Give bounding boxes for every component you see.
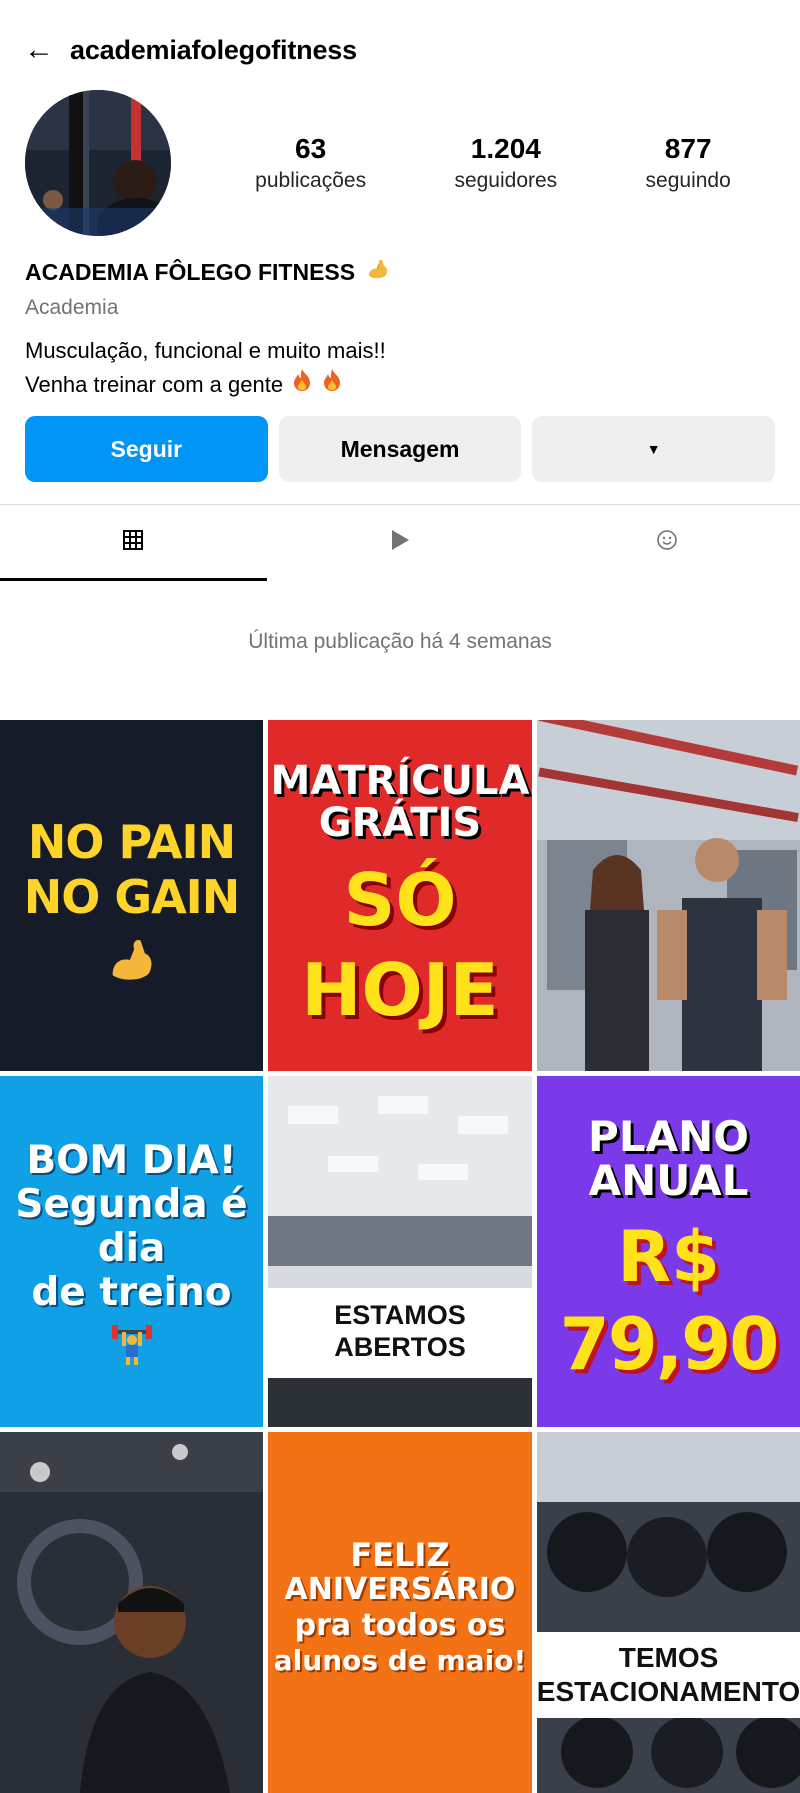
post-2-line-3: SÓ — [343, 858, 457, 942]
stat-following-label: seguindo — [645, 169, 731, 192]
profile-username: academiafolegofitness — [70, 34, 357, 65]
post-trainer-photo[interactable] — [0, 1432, 263, 1793]
post-temos-estacionamento[interactable]: TEMOS ESTACIONAMENTO — [537, 1432, 800, 1793]
profile-header: ← academiafolegofitness — [0, 0, 800, 100]
post-6-line-3: R$ — [617, 1216, 720, 1298]
post-8-line-1: FELIZ — [350, 1536, 450, 1574]
post-6-line-2: ANUAL — [588, 1156, 749, 1205]
arrow-left-icon[interactable]: ← — [24, 35, 54, 65]
post-bom-dia[interactable]: BOM DIA! Segunda é dia de treino — [0, 1076, 263, 1427]
post-9-line-1: TEMOS — [618, 1642, 719, 1673]
post-gym-couple-photo[interactable] — [537, 720, 800, 1071]
flexed-biceps-icon — [365, 256, 391, 288]
stat-followers-value: 1.204 — [470, 133, 541, 164]
tab-tagged[interactable] — [533, 505, 800, 581]
tagged-icon — [656, 529, 678, 557]
profile-tabs — [0, 505, 800, 581]
profile-stats: 63 publicações 1.204 seguidores 877 segu… — [211, 133, 775, 193]
post-2-line-1: MATRÍCULA — [270, 758, 530, 804]
profile-summary: 63 publicações 1.204 seguidores 877 segu… — [25, 90, 775, 236]
bio-line-2-wrap: Venha treinar com a gente — [25, 368, 785, 402]
post-8-line-3: pra todos os — [294, 1608, 506, 1643]
more-options-button[interactable]: ▼ — [532, 416, 776, 482]
tab-posts[interactable] — [0, 505, 267, 581]
fire-icon — [291, 368, 313, 402]
profile-category: Academia — [25, 296, 119, 319]
post-5-line-1: ESTAMOS — [334, 1300, 466, 1330]
post-1-line-1: NO PAIN — [27, 815, 236, 869]
bio-text: Musculação, funcional e muito mais!! Ven… — [25, 334, 785, 402]
caret-down-icon: ▼ — [646, 441, 661, 457]
stat-followers-label: seguidores — [454, 169, 558, 192]
follow-button[interactable]: Seguir — [25, 416, 268, 482]
post-9-line-2: ESTACIONAMENTO — [537, 1676, 800, 1707]
fire-icon — [321, 368, 343, 402]
stat-followers[interactable]: 1.204 seguidores — [454, 133, 557, 193]
post-no-pain-no-gain[interactable]: NO PAIN NO GAIN — [0, 720, 263, 1071]
last-post-notice: Última publicação há 4 semanas — [248, 630, 552, 653]
post-1-line-2: NO GAIN — [23, 870, 241, 924]
profile-bio: ACADEMIA FÔLEGO FITNESS Academia Muscula… — [25, 256, 785, 402]
stat-posts-value: 63 — [295, 133, 327, 164]
post-8-line-4: alunos de maio! — [273, 1644, 527, 1677]
profile-full-name: ACADEMIA FÔLEGO FITNESS — [25, 256, 785, 288]
profile-actions: Seguir Mensagem ▼ — [25, 416, 776, 482]
posts-grid: NO PAIN NO GAIN MATRÍCULA GRÁTIS SÓ HOJE — [0, 720, 800, 1793]
stat-posts-label: publicações — [255, 169, 367, 192]
post-matricula-gratis[interactable]: MATRÍCULA GRÁTIS SÓ HOJE — [268, 720, 532, 1071]
bio-line-1: Musculação, funcional e muito mais!! — [25, 338, 386, 363]
post-4-line-1: BOM DIA! — [26, 1138, 237, 1183]
stat-following-value: 877 — [664, 133, 712, 164]
post-2-line-2: GRÁTIS — [318, 800, 482, 846]
tab-reels[interactable] — [267, 505, 534, 581]
stat-following[interactable]: 877 seguindo — [646, 133, 731, 193]
full-name-text: ACADEMIA FÔLEGO FITNESS — [25, 258, 356, 285]
post-5-line-2: ABERTOS — [334, 1332, 466, 1362]
post-8-line-2: ANIVERSÁRIO — [284, 1572, 516, 1607]
post-4-line-3: dia — [97, 1226, 166, 1271]
post-2-line-4: HOJE — [301, 948, 499, 1032]
message-button[interactable]: Mensagem — [278, 416, 522, 482]
weightlifter-icon — [110, 1322, 154, 1371]
grid-icon — [123, 530, 144, 556]
bio-line-2: Venha treinar com a gente — [25, 372, 284, 397]
post-estamos-abertos[interactable]: ESTAMOS ABERTOS — [268, 1076, 532, 1427]
flexed-biceps-icon — [104, 932, 160, 993]
stat-posts: 63 publicações — [255, 133, 366, 193]
reels-play-icon — [390, 529, 410, 557]
post-feliz-aniversario[interactable]: FELIZ ANIVERSÁRIO pra todos os alunos de… — [268, 1432, 532, 1793]
post-6-line-4: 79,90 — [559, 1302, 780, 1386]
post-4-line-2: Segunda é — [15, 1182, 248, 1227]
avatar[interactable] — [25, 90, 171, 236]
post-6-line-1: PLANO — [588, 1112, 749, 1161]
post-plano-anual[interactable]: PLANO ANUAL R$ 79,90 — [537, 1076, 800, 1427]
post-4-line-4: de treino — [31, 1270, 232, 1315]
